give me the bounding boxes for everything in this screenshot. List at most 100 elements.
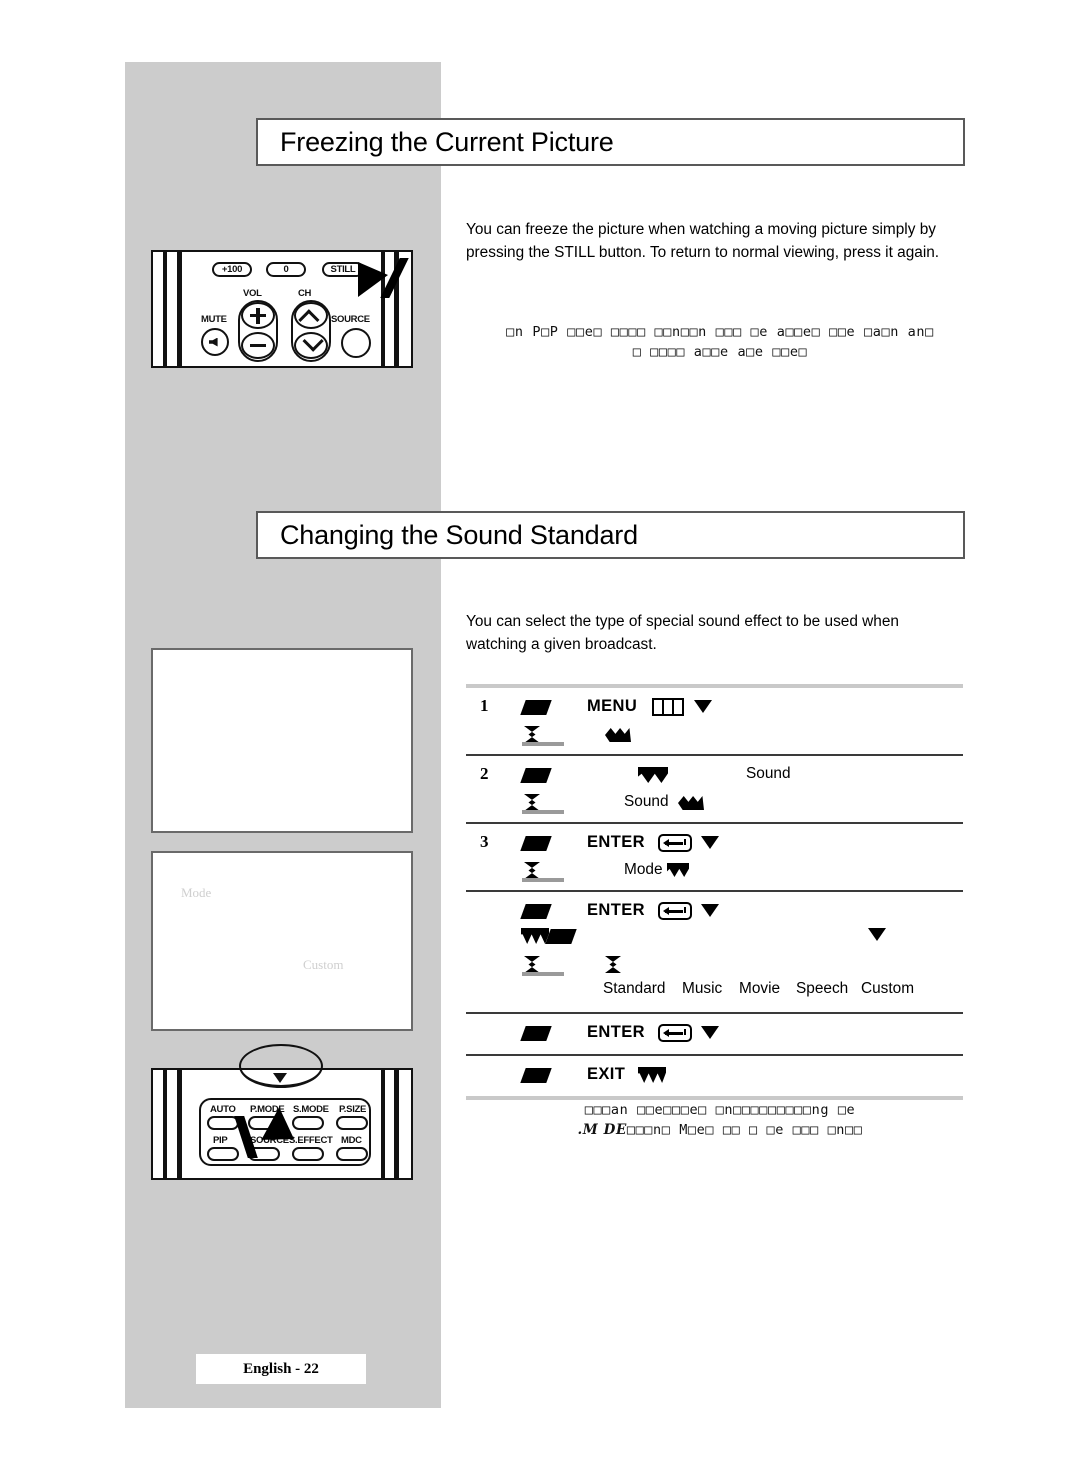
hourglass-glyph [605,956,621,973]
bullet-glyph [520,1068,552,1083]
ch-up-button[interactable] [294,302,328,329]
step-label-sound: Sound [746,765,791,782]
step-number: 3 [480,832,489,851]
down-triangle-icon [701,836,719,849]
enter-key-icon [658,1024,692,1042]
faint-label-custom: Custom [303,957,344,972]
bullet-glyph [545,929,577,944]
vol-up-button[interactable] [241,302,275,329]
bullet-glyph [520,836,552,851]
option-custom[interactable]: Custom [861,980,914,998]
mute-button[interactable] [201,328,229,356]
label-smode: S.MODE [293,1104,329,1115]
button-smode[interactable] [292,1116,324,1130]
note-sound: □□□an □□e□□□e□ □n□□□□□□□□□ng □e .M DE□□□… [460,1100,980,1140]
note2-line-1: □□□an □□e□□□e□ □n□□□□□□□□□ng □e [584,1102,856,1118]
down-triangle-icon [701,1026,719,1039]
section-heading-freezing: Freezing the Current Picture [256,118,965,166]
option-music[interactable]: Music [682,980,722,998]
step-number: 2 [480,764,489,783]
crown-glyph [678,796,704,810]
step-keyword: MENU [587,697,638,715]
step-row: EXIT [466,1056,963,1096]
manual-page: Freezing the Current Picture You can fre… [0,0,1080,1473]
hourglass-glyph [524,956,540,973]
step-row: 1 MENU [466,688,963,754]
label-mdc: MDC [341,1135,362,1146]
remote2-rail-left-2 [177,1070,182,1178]
hourglass-glyph [524,862,540,879]
option-list: Standard Music Movie Speech Custom [466,980,963,1008]
section-body-freezing: You can freeze the picture when watching… [466,221,940,261]
step-keyword: ENTER [587,1023,645,1041]
vol-down-button[interactable] [241,332,275,359]
remote2-rail-right [381,1070,385,1178]
down-triangle-icon [701,904,719,917]
label-source: SOURCE [331,314,370,325]
step-sub-label: Mode [624,861,663,878]
label-vol: VOL [243,288,262,299]
page-footer: English - 22 [196,1354,366,1384]
button-seffect[interactable] [292,1147,324,1161]
ch-down-button[interactable] [294,332,328,359]
underline-glyph [522,878,564,882]
crown-glyph [605,728,631,742]
label-ch: CH [298,288,312,299]
down-triangle-icon [694,700,712,713]
enter-key-icon [658,834,692,852]
remote2-rail-left [163,1070,167,1178]
down-triangle-icon [868,928,886,941]
remote-illustration-still: +100 0 STILL VOL CH MUTE SOURCE [151,250,413,368]
crown-right-glyph [667,863,689,877]
step-keyword: EXIT [587,1065,626,1083]
step-sub-label: Sound [624,793,669,810]
step-keyword: ENTER [587,901,645,919]
procedure-steps: 1 MENU 2 Sound Sound 3 ENTER Mode ENTER … [466,684,963,1100]
note-freezing: □n P□P □□e□ □□□□ □□n□□n □□□ □e a□□e□ □□e… [460,322,980,362]
option-movie[interactable]: Movie [739,980,780,998]
label-pip: PIP [213,1135,228,1146]
bullet-glyph [520,768,552,783]
exit-icon [638,1067,666,1083]
note2-line-2: .M DE□□□n□ M□e□ □□ □ □e □□□ □n□□ [460,1120,980,1140]
enter-key-icon [658,902,692,920]
button-zero[interactable]: 0 [266,262,306,277]
step-row: 3 ENTER Mode [466,824,963,890]
menu-screenshot-2: Mode Custom [151,851,413,1031]
button-plus100[interactable]: +100 [212,262,252,277]
menu-screenshot-1 [151,648,413,833]
remote-rail-left [163,252,167,366]
label-mute: MUTE [201,314,227,325]
bullet-glyph [520,1026,552,1041]
label-auto: AUTO [210,1104,236,1115]
option-standard[interactable]: Standard [603,980,665,998]
button-mdc[interactable] [336,1147,368,1161]
step-row: ENTER Standard Music Movie Speech Custom [466,892,963,1012]
section-heading-text-2: Changing the Sound Standard [280,519,638,550]
note2-rest: □□□n□ M□e□ □□ □ □e □□□ □n□□ [626,1122,863,1138]
nav-down-arrow-icon [273,1073,287,1083]
hourglass-glyph [524,794,540,811]
remote2-rail-right-2 [394,1070,399,1178]
step-number: 1 [480,696,489,715]
section-body-sound: You can select the type of special sound… [466,613,899,653]
underline-glyph [522,972,564,976]
source-button[interactable] [341,328,371,358]
remote-illustration-smode: AUTO P.MODE S.MODE P.SIZE PIP SOURCE S.E… [151,1044,413,1180]
note-line-1: □n P□P □□e□ □□□□ □□n□□n □□□ □e a□□e□ □□e… [506,324,934,340]
menu-pane-icon [652,698,684,716]
option-speech[interactable]: Speech [796,980,848,998]
step-row: ENTER [466,1014,963,1054]
button-pip[interactable] [207,1147,239,1161]
step-keyword: ENTER [587,833,645,851]
section-heading-sound: Changing the Sound Standard [256,511,965,559]
bullet-glyph [520,700,552,715]
hourglass-glyph [524,726,540,743]
button-psize[interactable] [336,1116,368,1130]
label-psize: P.SIZE [339,1104,367,1115]
step-row: 2 Sound Sound [466,756,963,822]
underline-glyph [522,810,564,814]
remote-rail-left-2 [177,252,182,366]
note2-italic: .M DE [577,1122,627,1138]
bullet-glyph [520,904,552,919]
